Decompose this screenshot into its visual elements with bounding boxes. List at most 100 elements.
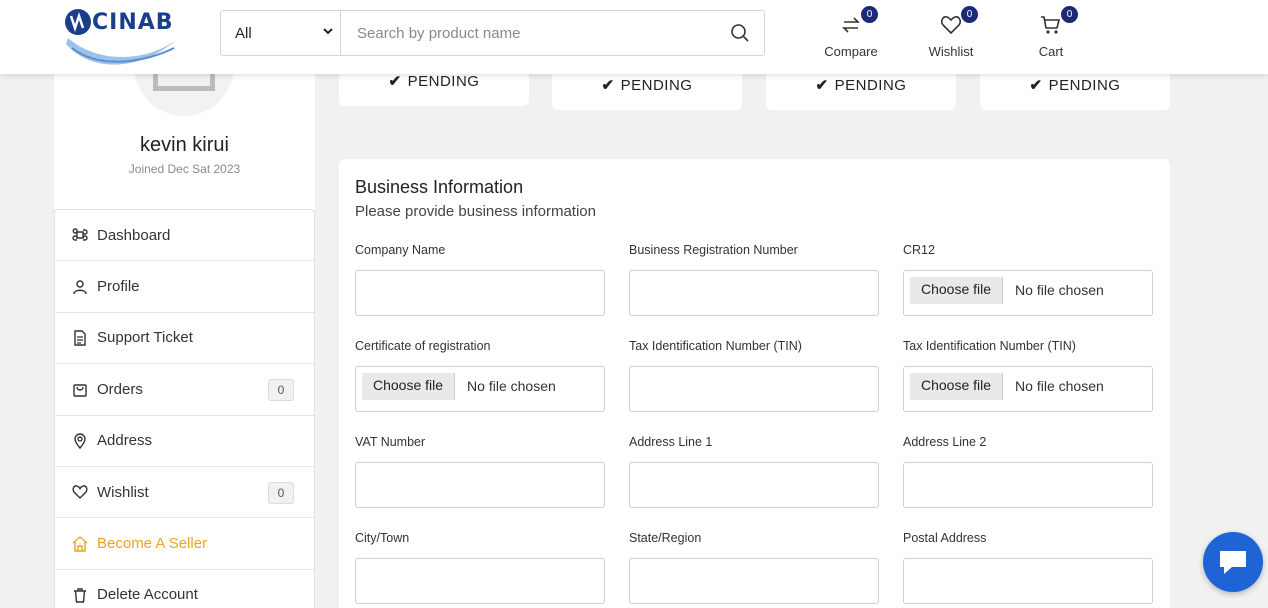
address-line-2-input[interactable] xyxy=(903,462,1153,508)
status-text: PENDING xyxy=(1048,76,1121,94)
company-name-input[interactable] xyxy=(355,270,605,316)
chat-button[interactable] xyxy=(1203,532,1263,592)
choose-file-button[interactable]: Choose file xyxy=(362,373,456,400)
wishlist-count-badge: 0 xyxy=(268,481,294,504)
orders-count-badge: 0 xyxy=(268,379,294,402)
postal-address-input[interactable] xyxy=(903,558,1153,604)
menu-label: Delete Account xyxy=(97,586,198,604)
field-cr12: CR12 Choose file No file chosen xyxy=(903,243,1153,316)
category-select[interactable]: All xyxy=(221,11,341,55)
check-icon: ✔ xyxy=(815,77,829,94)
account-menu: Dashboard Profile Support Ticket Orders … xyxy=(54,209,315,608)
bag-icon xyxy=(71,380,89,398)
ticket-icon xyxy=(71,329,89,347)
field-label: VAT Number xyxy=(355,435,426,449)
logo[interactable]: CINAB xyxy=(62,4,180,70)
check-icon: ✔ xyxy=(388,73,402,90)
file-status: No file chosen xyxy=(1015,378,1104,394)
field-city-town: City/Town xyxy=(355,531,605,604)
tin-input[interactable] xyxy=(629,366,879,412)
field-label: Address Line 2 xyxy=(903,435,987,449)
field-address-line-1: Address Line 1 xyxy=(629,435,879,508)
search-input[interactable] xyxy=(341,11,716,55)
choose-file-button[interactable]: Choose file xyxy=(910,373,1004,400)
menu-item-wishlist[interactable]: Wishlist 0 xyxy=(55,467,314,519)
heart-icon xyxy=(940,16,962,35)
menu-item-orders[interactable]: Orders 0 xyxy=(55,364,314,416)
cart-label: Cart xyxy=(1038,44,1064,59)
menu-label: Address xyxy=(97,432,153,450)
field-vat-number: VAT Number xyxy=(355,435,605,508)
wishlist-count-badge: 0 xyxy=(961,6,978,23)
cart-link[interactable]: 0 Cart xyxy=(1011,6,1091,59)
field-label: Certificate of registration xyxy=(355,339,491,353)
wishlist-label: Wishlist xyxy=(928,44,974,59)
field-label: State/Region xyxy=(629,531,702,545)
field-label: CR12 xyxy=(903,243,935,257)
compare-label: Compare xyxy=(824,44,878,59)
choose-file-button[interactable]: Choose file xyxy=(910,277,1004,304)
address-line-1-input[interactable] xyxy=(629,462,879,508)
category-value: All xyxy=(235,24,252,42)
menu-label: Dashboard xyxy=(97,226,171,244)
business-info-form: Business Information Please provide busi… xyxy=(339,159,1170,608)
state-region-input[interactable] xyxy=(629,558,879,604)
user-name: kevin kirui xyxy=(140,134,229,156)
menu-item-dashboard[interactable]: Dashboard xyxy=(55,210,314,262)
store-icon xyxy=(71,535,89,553)
user-icon xyxy=(71,278,89,296)
business-registration-number-input[interactable] xyxy=(629,270,879,316)
compare-icon xyxy=(842,17,860,33)
field-address-line-2: Address Line 2 xyxy=(903,435,1153,508)
field-postal-address: Postal Address xyxy=(903,531,1153,604)
location-icon xyxy=(71,432,89,450)
field-certificate-of-registration: Certificate of registration Choose file … xyxy=(355,339,605,412)
field-label: Company Name xyxy=(355,243,446,257)
field-label: Address Line 1 xyxy=(629,435,713,449)
menu-label: Orders xyxy=(97,380,143,398)
field-label: Business Registration Number xyxy=(629,243,798,257)
cart-icon xyxy=(1041,16,1061,34)
status-text: PENDING xyxy=(407,72,480,90)
cart-count-badge: 0 xyxy=(1061,6,1078,23)
status-text: PENDING xyxy=(620,76,693,94)
form-title: Business Information xyxy=(355,177,524,197)
menu-item-support-ticket[interactable]: Support Ticket xyxy=(55,313,314,365)
field-label: City/Town xyxy=(355,531,410,545)
cr12-file-input[interactable]: Choose file No file chosen xyxy=(903,270,1153,316)
status-text: PENDING xyxy=(834,76,907,94)
menu-label: Profile xyxy=(97,278,140,296)
check-icon: ✔ xyxy=(601,77,615,94)
file-status: No file chosen xyxy=(467,378,556,394)
search-bar: All xyxy=(220,10,765,56)
check-icon: ✔ xyxy=(1029,77,1043,94)
certificate-file-input[interactable]: Choose file No file chosen xyxy=(355,366,605,412)
field-state-region: State/Region xyxy=(629,531,879,604)
compare-count-badge: 0 xyxy=(861,6,878,23)
menu-item-become-a-seller[interactable]: Become A Seller xyxy=(55,518,314,570)
field-label: Postal Address xyxy=(903,531,987,545)
tin-file-input[interactable]: Choose file No file chosen xyxy=(903,366,1153,412)
compare-link[interactable]: 0 Compare xyxy=(811,6,891,59)
menu-item-delete-account[interactable]: Delete Account xyxy=(55,570,314,608)
field-tin-document: Tax Identification Number (TIN) Choose f… xyxy=(903,339,1153,412)
menu-label: Support Ticket xyxy=(97,329,193,347)
field-business-registration-number: Business Registration Number xyxy=(629,243,879,316)
city-town-input[interactable] xyxy=(355,558,605,604)
field-company-name: Company Name xyxy=(355,243,605,316)
site-header: CINAB All 0 Compare xyxy=(0,0,1268,74)
logo-text: CINAB xyxy=(92,10,174,35)
menu-label: Wishlist xyxy=(97,483,149,501)
wishlist-link[interactable]: 0 Wishlist xyxy=(911,6,991,59)
chevron-down-icon xyxy=(322,25,334,40)
search-icon xyxy=(731,24,749,42)
menu-item-profile[interactable]: Profile xyxy=(55,261,314,313)
search-button[interactable] xyxy=(716,11,764,55)
field-tin: Tax Identification Number (TIN) xyxy=(629,339,879,412)
file-status: No file chosen xyxy=(1015,282,1104,298)
vat-number-input[interactable] xyxy=(355,462,605,508)
trash-icon xyxy=(71,586,89,604)
form-subtitle: Please provide business information xyxy=(355,203,596,220)
menu-item-address[interactable]: Address xyxy=(55,416,314,467)
chat-icon xyxy=(1220,551,1246,574)
